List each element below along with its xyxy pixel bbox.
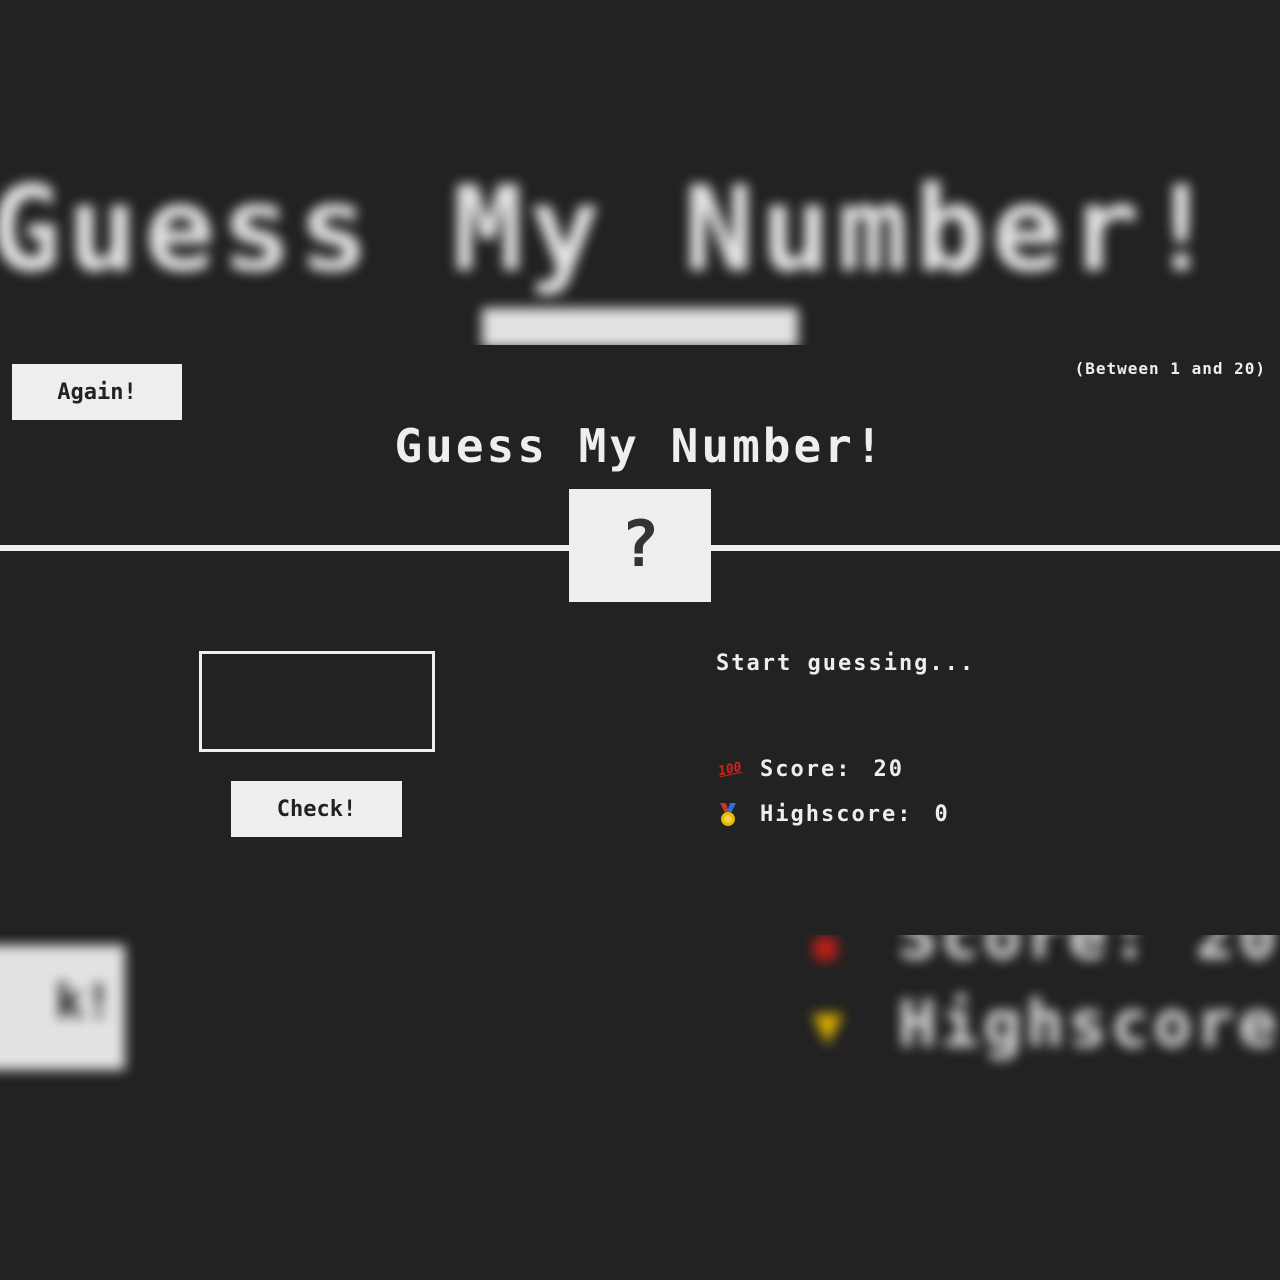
game-panel: Again! (Between 1 and 20) Guess My Numbe… <box>0 345 1280 935</box>
score-value: 20 <box>873 757 904 782</box>
background-number-bar <box>482 308 798 348</box>
highscore-row: Highscore: 0 <box>718 802 950 827</box>
background-highscore-text: Highscore <box>898 988 1280 1062</box>
background-title: Guess My Number! <box>0 160 1223 298</box>
background-medal-icon: ▼ <box>812 996 844 1056</box>
hundred-points-icon: 100 <box>716 759 744 780</box>
again-button[interactable]: Again! <box>12 364 182 420</box>
score-label: Score: <box>760 757 852 782</box>
highscore-value: 0 <box>934 802 950 827</box>
secret-number-box: ? <box>569 489 711 602</box>
guess-input[interactable] <box>199 651 435 752</box>
status-message: Start guessing... <box>716 651 976 676</box>
score-row: 100 Score: 20 <box>716 757 904 782</box>
highscore-label: Highscore: <box>760 802 913 827</box>
check-button[interactable]: Check! <box>231 781 402 837</box>
background-check-button: k! <box>0 945 125 1070</box>
page-title: Guess My Number! <box>394 419 886 473</box>
range-hint: (Between 1 and 20) <box>1074 359 1266 378</box>
medal-icon <box>718 802 742 827</box>
screenshot-frame: Guess My Number! k! ● Score: 20 ▼ Highsc… <box>0 0 1280 1280</box>
